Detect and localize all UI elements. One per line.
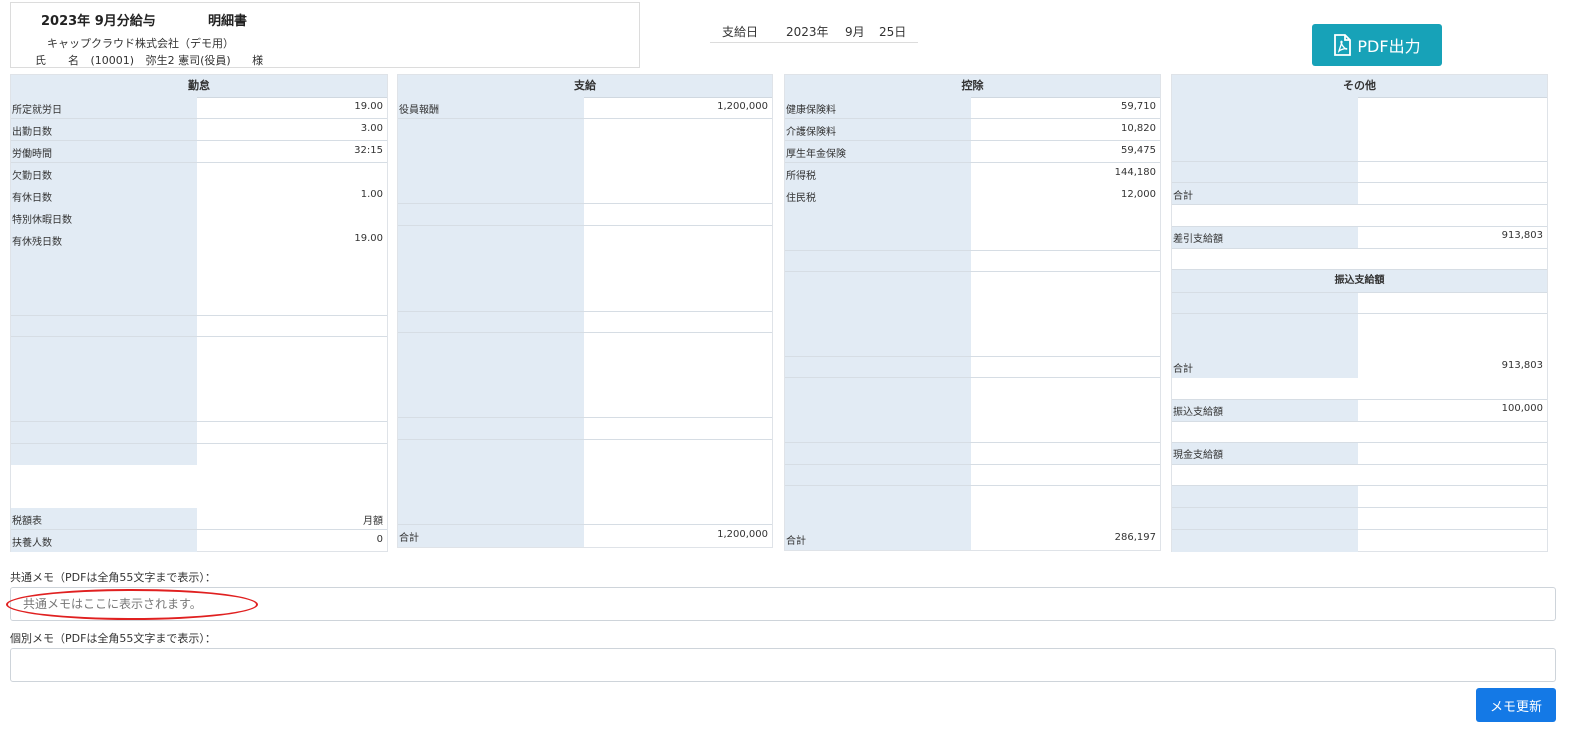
payment-total-row: 合計 1,200,000 (399, 529, 768, 544)
other-bottom-label-column (1172, 485, 1358, 552)
attendance-row: 欠勤日数 (12, 171, 52, 182)
row-divider (1172, 485, 1547, 486)
row-divider (785, 162, 1160, 163)
deduction-row: 住民税 12,000 (786, 189, 1156, 204)
deduction-row: 厚生年金保険 59,475 (786, 145, 1156, 160)
row-divider (11, 162, 387, 163)
row-divider (11, 529, 387, 530)
individual-memo-label: 個別メモ（PDFは全角55文字まで表示）： (10, 632, 216, 645)
row-divider (1172, 313, 1547, 314)
attendance-row: 有休日数 1.00 (12, 189, 383, 204)
attendance-footer-row: 税額表 月額 (12, 516, 383, 527)
row-divider (11, 118, 387, 119)
deduction-panel: 控除 健康保険料 59,710 介護保険料 10,820 厚生年金保険 59,4… (784, 74, 1161, 551)
deduction-total-row: 合計 286,197 (786, 532, 1156, 547)
row-divider (785, 356, 1160, 357)
employee-id: (10001) (90, 54, 135, 67)
attendance-panel: 勤怠 所定就労日 19.00 出勤日数 3.00 労働時間 32:15 欠勤日数… (10, 74, 388, 552)
row-divider (1172, 248, 1547, 249)
pdf-export-button[interactable]: PDF出力 (1312, 24, 1442, 66)
row-divider (785, 485, 1160, 486)
transfer-section-title: 振込支給額 (1172, 270, 1547, 292)
payment-panel: 支給 役員報酬 1,200,000 合計 1,200,000 (397, 74, 773, 548)
bank-transfer-row: 振込支給額 100,000 (1173, 403, 1543, 418)
employee-name: 弥生2 憲司(役員) (145, 54, 231, 67)
deduction-row: 所得税 144,180 (786, 167, 1156, 182)
row-divider (1172, 507, 1547, 508)
row-divider (1172, 529, 1547, 530)
other-subtotal-row: 合計 (1173, 191, 1193, 202)
row-divider (398, 311, 772, 312)
other-panel: その他 合計 差引支給額 913,803 振込支給額 合計 913,803 振込… (1171, 74, 1548, 552)
row-divider (398, 225, 772, 226)
row-divider (1172, 161, 1547, 162)
row-divider (785, 118, 1160, 119)
document-type: 明細書 (208, 14, 248, 29)
memo-update-button[interactable]: メモ更新 (1476, 688, 1556, 722)
individual-memo-input[interactable] (10, 648, 1556, 682)
row-divider (11, 140, 387, 141)
row-divider (11, 315, 387, 316)
transfer-total-row: 合計 913,803 (1173, 360, 1543, 375)
row-divider (785, 464, 1160, 465)
row-divider (398, 439, 772, 440)
row-divider (11, 443, 387, 444)
payment-title: 支給 (398, 75, 772, 98)
attendance-row: 出勤日数 3.00 (12, 123, 383, 138)
pay-date-month: 9月 (845, 25, 865, 39)
row-divider (11, 421, 387, 422)
row-divider (785, 442, 1160, 443)
company-name: キャップクラウド株式会社（デモ用） (47, 37, 234, 50)
pdf-export-label: PDF出力 (1357, 37, 1421, 56)
attendance-footer-row: 扶養人数 0 (12, 534, 383, 549)
row-divider (785, 250, 1160, 251)
row-divider (11, 336, 387, 337)
attendance-row: 労働時間 32:15 (12, 145, 383, 160)
net-pay-row: 差引支給額 913,803 (1173, 230, 1543, 245)
deduction-row: 介護保険料 10,820 (786, 123, 1156, 138)
attendance-row: 所定就労日 19.00 (12, 101, 383, 116)
payment-row: 役員報酬 1,200,000 (399, 101, 768, 116)
row-divider (1172, 204, 1547, 205)
pay-date: 支給日 2023年 9月 25日 (710, 22, 918, 43)
deduction-row: 健康保険料 59,710 (786, 101, 1156, 116)
pay-date-year: 2023年 (786, 25, 829, 39)
pay-date-label: 支給日 (722, 25, 759, 39)
row-divider (398, 417, 772, 418)
row-divider (785, 271, 1160, 272)
employee-line: 氏 名 (10001) 弥生2 憲司(役員) 様 (35, 52, 271, 68)
pay-date-day: 25日 (879, 25, 907, 39)
deduction-title: 控除 (785, 75, 1160, 98)
row-divider (1172, 464, 1547, 465)
payslip-title: 2023年 9月分給与 (41, 14, 156, 29)
honorific: 様 (252, 54, 264, 67)
payslip-header: 2023年 9月分給与 明細書 キャップクラウド株式会社（デモ用） 氏 名 (1… (10, 2, 640, 68)
attendance-title: 勤怠 (11, 75, 387, 98)
row-divider (785, 140, 1160, 141)
other-title: その他 (1172, 75, 1547, 98)
common-memo-input[interactable] (10, 587, 1556, 621)
common-memo-label: 共通メモ（PDFは全角55文字まで表示）： (10, 571, 216, 584)
row-divider (398, 203, 772, 204)
payment-label-column (398, 97, 584, 547)
pdf-file-icon (1333, 34, 1352, 56)
row-divider (1172, 292, 1547, 293)
row-divider (398, 118, 772, 119)
row-divider (1172, 421, 1547, 422)
row-divider (398, 332, 772, 333)
cash-pay-row: 現金支給額 (1173, 450, 1223, 461)
attendance-row: 特別休暇日数 (12, 215, 72, 226)
row-divider (785, 377, 1160, 378)
name-label: 氏 名 (35, 54, 79, 67)
attendance-row: 有休残日数 19.00 (12, 233, 383, 248)
